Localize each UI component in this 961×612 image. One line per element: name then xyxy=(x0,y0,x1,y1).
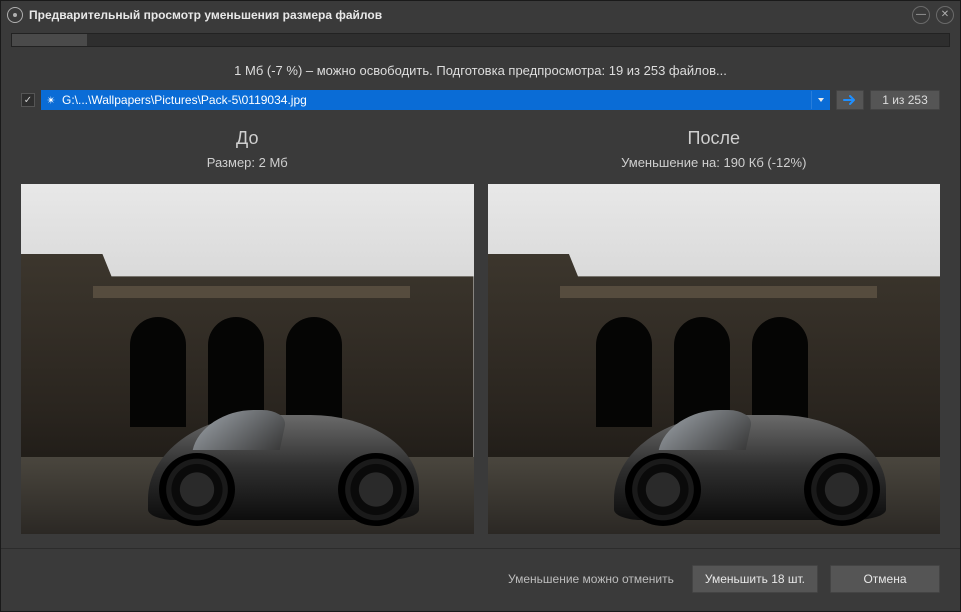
preview-window: Предварительный просмотр уменьшения разм… xyxy=(0,0,961,612)
compare-area: До Размер: 2 Мб После Уменьшение на: 190… xyxy=(1,118,960,534)
footer-hint: Уменьшение можно отменить xyxy=(508,572,674,586)
arrow-right-icon xyxy=(843,94,857,106)
cancel-button[interactable]: Отмена xyxy=(830,565,940,593)
file-counter: 1 из 253 xyxy=(870,90,940,110)
before-subtitle: Размер: 2 Мб xyxy=(21,155,474,184)
before-preview xyxy=(21,184,474,534)
chevron-down-icon xyxy=(817,96,825,104)
window-title: Предварительный просмотр уменьшения разм… xyxy=(29,8,906,22)
file-dropdown[interactable] xyxy=(811,91,829,109)
before-pane: До Размер: 2 Мб xyxy=(21,118,474,534)
after-preview xyxy=(488,184,941,534)
footer: Уменьшение можно отменить Уменьшить 18 ш… xyxy=(1,548,960,611)
after-pane: После Уменьшение на: 190 Кб (-12%) xyxy=(488,118,941,534)
close-button[interactable]: ✕ xyxy=(936,6,954,24)
next-file-button[interactable] xyxy=(836,90,864,110)
after-subtitle: Уменьшение на: 190 Кб (-12%) xyxy=(488,155,941,184)
status-text: 1 Мб (-7 %) – можно освободить. Подготов… xyxy=(1,49,960,90)
shrink-button[interactable]: Уменьшить 18 шт. xyxy=(692,565,818,593)
minimize-button[interactable]: — xyxy=(912,6,930,24)
shrink-icon: ✴ xyxy=(42,94,60,107)
progress-bar xyxy=(11,33,950,47)
file-path-row: ✓ ✴ G:\...\Wallpapers\Pictures\Pack-5\01… xyxy=(1,90,960,118)
app-icon xyxy=(7,7,23,23)
before-title: До xyxy=(21,118,474,155)
file-path-field[interactable]: ✴ G:\...\Wallpapers\Pictures\Pack-5\0119… xyxy=(41,90,830,110)
file-path-text: G:\...\Wallpapers\Pictures\Pack-5\011903… xyxy=(60,93,811,107)
progress-fill xyxy=(12,34,87,46)
include-checkbox[interactable]: ✓ xyxy=(21,93,35,107)
after-title: После xyxy=(488,118,941,155)
titlebar: Предварительный просмотр уменьшения разм… xyxy=(1,1,960,29)
